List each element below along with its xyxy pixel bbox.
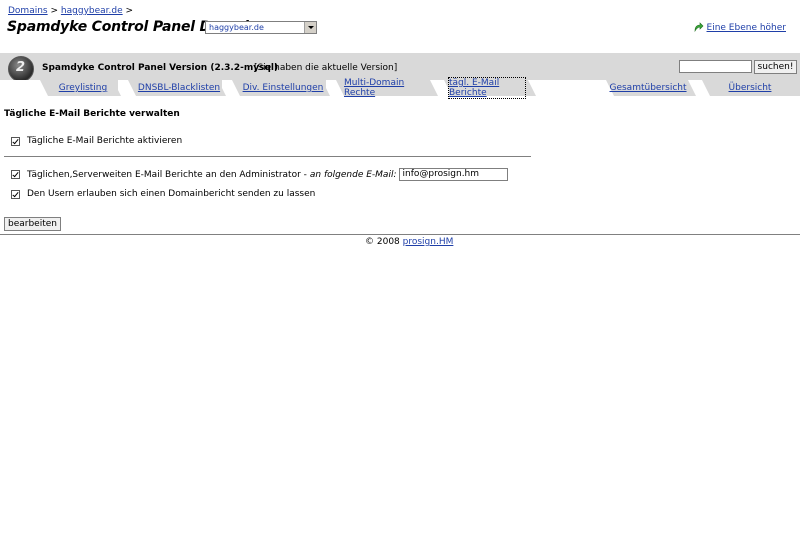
- breadcrumb: Domains > haggybear.de >: [8, 6, 133, 16]
- server-reports-label: Täglichen,Serverweiten E-Mail Berichte a…: [27, 169, 307, 180]
- spamdyke-logo-icon: 2: [8, 56, 34, 82]
- tab-gesamtuebersicht[interactable]: Gesamtübersicht: [609, 80, 687, 96]
- edit-button[interactable]: bearbeiten: [4, 217, 61, 231]
- search-input[interactable]: [679, 60, 752, 73]
- up-level-link-label[interactable]: Eine Ebene höher: [707, 23, 786, 33]
- chevron-down-icon[interactable]: [304, 22, 316, 33]
- daily-reports-checkbox[interactable]: [11, 136, 20, 146]
- tab-greylisting[interactable]: Greylisting: [48, 80, 118, 96]
- footer: © 2008 prosign.HM: [365, 237, 453, 247]
- daily-reports-label: Tägliche E-Mail Berichte aktivieren: [27, 136, 183, 146]
- up-level-link[interactable]: Eine Ebene höher: [693, 22, 786, 33]
- tab-multi-domain-rechte-label[interactable]: Multi-Domain Rechte: [344, 78, 424, 98]
- footer-link[interactable]: prosign.HM: [403, 237, 454, 247]
- tab-uebersicht[interactable]: Übersicht: [710, 80, 790, 96]
- footer-divider: [0, 234, 800, 235]
- domain-select-value: haggybear.de: [209, 23, 264, 32]
- server-reports-hint: an folgende E-Mail:: [309, 169, 397, 180]
- tab-taegl-email-berichte[interactable]: tägl. E-Mail Berichte: [448, 77, 526, 99]
- tab-dnsbl-blacklisten-label[interactable]: DNSBL-Blacklisten: [138, 83, 220, 93]
- version-note: [Sie haben die aktuelle Version]: [254, 63, 398, 73]
- tab-multi-domain-rechte[interactable]: Multi-Domain Rechte: [344, 78, 424, 98]
- section-title: Tägliche E-Mail Berichte verwalten: [4, 109, 180, 119]
- user-reports-label: Den Usern erlauben sich einen Domainberi…: [27, 189, 316, 199]
- tab-taegl-email-berichte-label[interactable]: tägl. E-Mail Berichte: [448, 77, 526, 99]
- user-reports-checkbox[interactable]: [11, 189, 20, 199]
- breadcrumb-trailing-separator: >: [125, 6, 134, 16]
- daily-reports-row: Tägliche E-Mail Berichte aktivieren: [11, 136, 182, 146]
- tab-dnsbl-blacklisten[interactable]: DNSBL-Blacklisten: [136, 80, 222, 96]
- arrow-up-green-icon: [694, 22, 703, 33]
- tab-div-einstellungen-label[interactable]: Div. Einstellungen: [243, 83, 324, 93]
- footer-copyright: © 2008: [365, 237, 400, 247]
- server-reports-row: Täglichen,Serverweiten E-Mail Berichte a…: [11, 168, 509, 181]
- domain-select[interactable]: haggybear.de: [205, 21, 317, 34]
- tab-uebersicht-label[interactable]: Übersicht: [729, 83, 772, 93]
- tab-gesamtuebersicht-label[interactable]: Gesamtübersicht: [609, 83, 686, 93]
- server-reports-checkbox[interactable]: [11, 170, 20, 179]
- breadcrumb-domains-link[interactable]: Domains: [8, 6, 48, 16]
- panel-title: Spamdyke Control Panel Version (2.3.2-my…: [42, 63, 279, 73]
- tab-div-einstellungen[interactable]: Div. Einstellungen: [240, 80, 326, 96]
- tab-greylisting-label[interactable]: Greylisting: [59, 83, 107, 93]
- user-reports-row: Den Usern erlauben sich einen Domainberi…: [11, 189, 315, 199]
- breadcrumb-domain-link[interactable]: haggybear.de: [61, 6, 123, 16]
- admin-email-field[interactable]: info@prosign.hm: [399, 168, 509, 181]
- divider: [4, 156, 531, 157]
- tabs: Greylisting DNSBL-Blacklisten Div. Einst…: [0, 77, 800, 99]
- breadcrumb-separator: >: [50, 6, 59, 16]
- search-button[interactable]: suchen!: [754, 60, 797, 74]
